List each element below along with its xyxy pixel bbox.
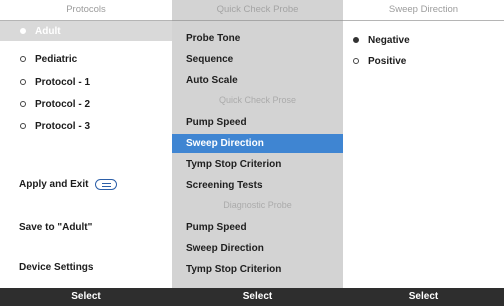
quick-check-probe-header: Quick Check Probe xyxy=(172,0,343,21)
radio-dot-icon xyxy=(20,79,26,85)
protocol-pediatric-option[interactable]: Pediatric xyxy=(0,49,172,69)
menu-item-probe-tone[interactable]: Probe Tone xyxy=(172,29,343,48)
protocol-label: Protocol - 2 xyxy=(35,98,91,110)
apply-and-exit-label: Apply and Exit xyxy=(19,179,89,190)
menu-item-diag-sweep-direction[interactable]: Sweep Direction xyxy=(172,239,343,258)
sweep-positive-option[interactable]: Positive xyxy=(343,51,504,71)
protocol-label: Protocol - 3 xyxy=(35,120,91,132)
quick-check-probe-panel: Quick Check Probe Probe Tone Sequence Au… xyxy=(172,0,343,288)
sweep-direction-header: Sweep Direction xyxy=(343,0,504,21)
protocol-label: Pediatric xyxy=(35,53,78,65)
menu-item-pump-speed[interactable]: Pump Speed xyxy=(172,113,343,132)
protocol-adult-option[interactable]: Adult xyxy=(0,21,172,41)
protocol-2-option[interactable]: Protocol - 2 xyxy=(0,94,172,114)
device-settings-label: Device Settings xyxy=(19,262,94,273)
radio-dot-icon xyxy=(20,123,26,129)
device-settings-button[interactable]: Device Settings xyxy=(19,262,93,273)
save-to-adult-button[interactable]: Save to "Adult" xyxy=(19,222,92,233)
apply-and-exit-button[interactable]: Apply and Exit xyxy=(19,179,118,190)
menu-item-screening-tests[interactable]: Screening Tests xyxy=(172,176,343,195)
protocols-panel: Protocols Adult Pediatric Protocol - 1 P… xyxy=(0,0,172,288)
select-button-middle[interactable]: Select xyxy=(172,288,343,306)
save-to-label: Save to "Adult" xyxy=(19,222,93,233)
menu-item-sequence[interactable]: Sequence xyxy=(172,50,343,69)
radio-dot-icon xyxy=(20,101,26,107)
select-button-left[interactable]: Select xyxy=(0,288,172,306)
protocol-3-option[interactable]: Protocol - 3 xyxy=(0,116,172,136)
select-button-right[interactable]: Select xyxy=(343,288,504,306)
option-label: Negative xyxy=(368,34,410,46)
sweep-negative-option[interactable]: Negative xyxy=(343,30,504,50)
protocols-header: Protocols xyxy=(0,0,172,21)
option-label: Positive xyxy=(368,55,407,67)
radio-dot-icon xyxy=(20,56,26,62)
protocol-1-option[interactable]: Protocol - 1 xyxy=(0,72,172,92)
radio-selected-icon xyxy=(353,37,359,43)
menu-item-diag-pump-speed[interactable]: Pump Speed xyxy=(172,218,343,237)
menu-item-diag-tymp-stop-criterion[interactable]: Tymp Stop Criterion xyxy=(172,260,343,279)
sweep-direction-panel: Sweep Direction Negative Positive xyxy=(343,0,504,288)
radio-dot-icon xyxy=(353,58,359,64)
protocol-label: Adult xyxy=(35,25,61,37)
section-label-quick-check: Quick Check Prose xyxy=(218,95,297,105)
protocol-label: Protocol - 1 xyxy=(35,76,91,88)
menu-item-tymp-stop-criterion[interactable]: Tymp Stop Criterion xyxy=(172,155,343,174)
menu-item-sweep-direction[interactable]: Sweep Direction xyxy=(172,134,343,153)
softkey-bar: Select Select Select xyxy=(0,288,504,306)
apply-exit-icon xyxy=(95,179,118,190)
section-label-diagnostic-probe: Diagnostic Probe xyxy=(223,200,292,210)
menu-item-auto-scale[interactable]: Auto Scale xyxy=(172,71,343,90)
radio-dot-icon xyxy=(20,28,26,34)
